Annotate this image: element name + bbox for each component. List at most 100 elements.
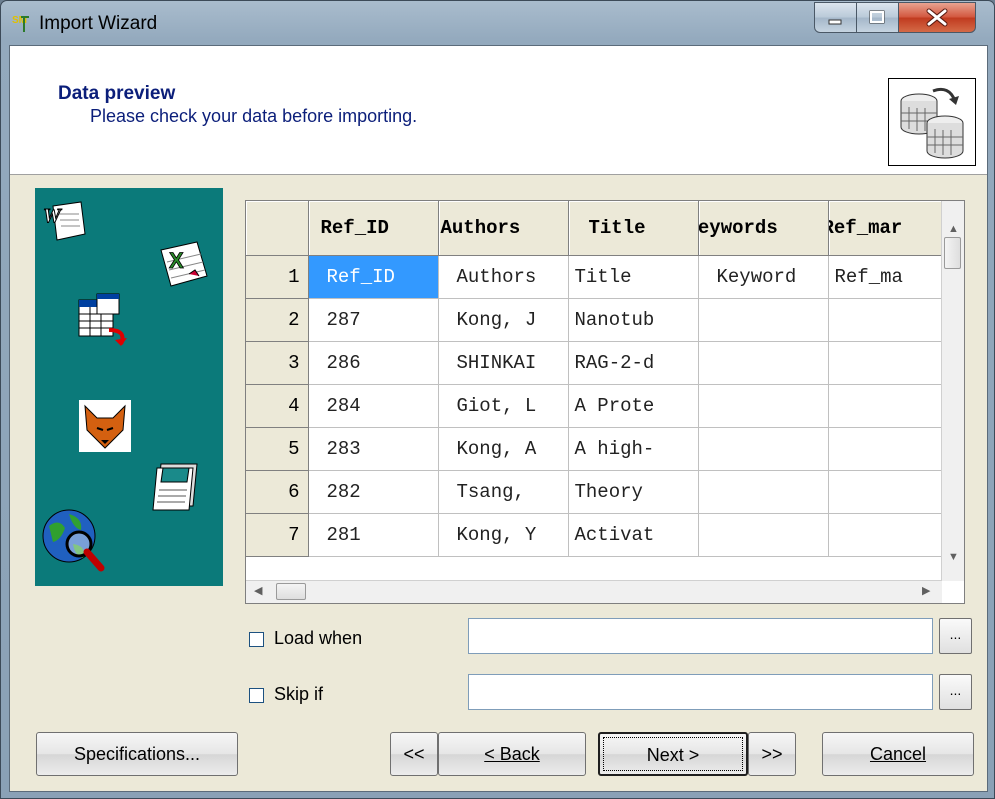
table-cell[interactable]: Nanotub: [568, 298, 699, 342]
app-logo-icon: SM: [11, 12, 33, 34]
table-cell[interactable]: 284: [308, 384, 439, 428]
vertical-scrollbar[interactable]: ▲ ▼: [941, 201, 964, 581]
table-cell[interactable]: [828, 384, 945, 428]
row-number[interactable]: 7: [246, 513, 309, 557]
last-page-button[interactable]: >>: [748, 732, 796, 776]
table-cell[interactable]: A high-: [568, 427, 699, 471]
minimize-button[interactable]: [814, 2, 857, 33]
table-cell[interactable]: A Prote: [568, 384, 699, 428]
specifications-button[interactable]: Specifications...: [36, 732, 238, 776]
next-button[interactable]: Next >: [598, 732, 748, 776]
load-when-field[interactable]: [468, 618, 933, 654]
close-icon: [926, 8, 948, 27]
row-number[interactable]: 5: [246, 427, 309, 471]
table-cell[interactable]: Giot, L: [438, 384, 569, 428]
back-button[interactable]: < Back: [438, 732, 586, 776]
cancel-button[interactable]: Cancel: [822, 732, 974, 776]
skip-if-checkbox[interactable]: [249, 688, 264, 703]
scroll-down-icon[interactable]: ▼: [948, 551, 959, 563]
table-cell[interactable]: Kong, Y: [438, 513, 569, 557]
excel-spreadsheet-icon: X: [155, 240, 211, 297]
table-cell[interactable]: [698, 470, 829, 514]
vertical-scroll-thumb[interactable]: [944, 237, 961, 269]
table-import-icon: [75, 292, 131, 353]
data-preview-grid[interactable]: Ref_ID Authors Title Keywords Ref_mar 1 …: [245, 200, 965, 604]
table-cell[interactable]: RAG-2-d: [568, 341, 699, 385]
column-header[interactable]: Ref_mar: [828, 201, 945, 256]
row-number[interactable]: 1: [246, 255, 309, 299]
table-cell[interactable]: [698, 427, 829, 471]
table-row[interactable]: 5 283 Kong, A A high-: [246, 427, 945, 471]
import-wizard-window: SM Import Wizard Data preview Please che…: [0, 0, 995, 799]
scroll-right-icon[interactable]: ▶: [922, 584, 930, 597]
table-cell[interactable]: 286: [308, 341, 439, 385]
column-header[interactable]: Keywords: [698, 201, 829, 256]
row-number[interactable]: 4: [246, 384, 309, 428]
table-cell[interactable]: Activat: [568, 513, 699, 557]
table-cell[interactable]: Theory: [568, 470, 699, 514]
horizontal-scroll-thumb[interactable]: [276, 583, 306, 600]
cancel-label: Cancel: [869, 744, 927, 764]
table-cell[interactable]: [828, 427, 945, 471]
table-cell[interactable]: Authors: [438, 255, 569, 299]
close-button[interactable]: [898, 2, 976, 33]
table-cell[interactable]: [828, 513, 945, 557]
skip-if-label: Skip if: [274, 684, 324, 704]
table-row[interactable]: 7 281 Kong, Y Activat: [246, 513, 945, 557]
table-row[interactable]: 2 287 Kong, J Nanotub: [246, 298, 945, 342]
table-cell[interactable]: [828, 470, 945, 514]
row-number[interactable]: 3: [246, 341, 309, 385]
row-number[interactable]: 6: [246, 470, 309, 514]
maximize-button[interactable]: [856, 2, 899, 33]
table-cell[interactable]: [828, 341, 945, 385]
scroll-up-icon[interactable]: ▲: [948, 223, 959, 235]
wizard-header: Data preview Please check your data befo…: [10, 46, 987, 175]
load-when-browse-button[interactable]: ...: [939, 618, 972, 654]
database-copy-icon: [888, 78, 976, 166]
table-cell[interactable]: 281: [308, 513, 439, 557]
table-header-row: Ref_ID Authors Title Keywords Ref_mar: [246, 201, 945, 256]
word-document-icon: W: [43, 200, 91, 253]
table-cell[interactable]: Tsang,: [438, 470, 569, 514]
back-label: < Back: [484, 744, 540, 764]
table-cell[interactable]: Keyword: [698, 255, 829, 299]
table-cell[interactable]: Ref_ID: [308, 255, 439, 299]
table-cell[interactable]: 283: [308, 427, 439, 471]
table-cell[interactable]: [698, 384, 829, 428]
first-page-button[interactable]: <<: [390, 732, 438, 776]
page-subtitle: Please check your data before importing.: [90, 106, 418, 126]
preview-table: Ref_ID Authors Title Keywords Ref_mar 1 …: [246, 201, 945, 557]
title-bar[interactable]: SM Import Wizard: [1, 1, 994, 45]
table-row[interactable]: 4 284 Giot, L A Prote: [246, 384, 945, 428]
load-when-label: Load when: [274, 628, 363, 648]
table-cell[interactable]: SHINKAI: [438, 341, 569, 385]
column-header[interactable]: Title: [568, 201, 699, 256]
table-cell[interactable]: Title: [568, 255, 699, 299]
table-row[interactable]: 6 282 Tsang, Theory: [246, 470, 945, 514]
page-title: Data preview: [58, 83, 176, 104]
row-number[interactable]: 2: [246, 298, 309, 342]
table-cell[interactable]: 282: [308, 470, 439, 514]
table-row[interactable]: 1 Ref_ID Authors Title Keyword Ref_ma: [246, 255, 945, 299]
skip-if-browse-button[interactable]: ...: [939, 674, 972, 710]
skip-if-field[interactable]: [468, 674, 933, 710]
corner-header[interactable]: [246, 201, 309, 256]
scroll-left-icon[interactable]: ◀: [254, 584, 262, 597]
table-cell[interactable]: [698, 298, 829, 342]
window-title: Import Wizard: [39, 13, 158, 34]
table-cell[interactable]: Ref_ma: [828, 255, 945, 299]
table-cell[interactable]: Kong, J: [438, 298, 569, 342]
table-cell[interactable]: Kong, A: [438, 427, 569, 471]
focus-rectangle: [603, 737, 743, 771]
table-cell[interactable]: 287: [308, 298, 439, 342]
table-cell[interactable]: [698, 341, 829, 385]
svg-text:X: X: [169, 248, 184, 273]
column-header[interactable]: Authors: [438, 201, 569, 256]
table-cell[interactable]: [698, 513, 829, 557]
column-header[interactable]: Ref_ID: [308, 201, 439, 256]
table-row[interactable]: 3 286 SHINKAI RAG-2-d: [246, 341, 945, 385]
load-when-checkbox[interactable]: [249, 632, 264, 647]
notepad-icon: [147, 458, 203, 523]
horizontal-scrollbar[interactable]: ◀ ▶: [246, 580, 942, 603]
table-cell[interactable]: [828, 298, 945, 342]
